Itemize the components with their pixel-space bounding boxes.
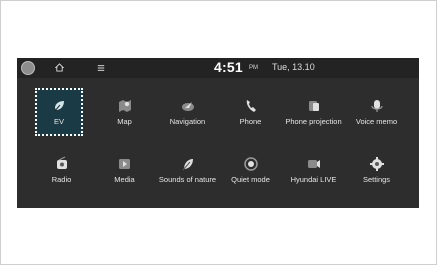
- app-label: Hyundai LIVE: [290, 175, 337, 184]
- app-tile-voice-memo[interactable]: Voice memo: [346, 88, 407, 144]
- clock-time: 4:51: [214, 59, 243, 75]
- app-label: EV: [53, 117, 64, 126]
- app-tile-radio[interactable]: Radio: [31, 146, 92, 198]
- app-tile-hyundai-live[interactable]: Hyundai LIVE: [283, 146, 344, 198]
- home-button[interactable]: [48, 58, 70, 78]
- status-bar: 4:51 PM Tue, 13.10: [17, 58, 419, 78]
- settings-icon: [369, 156, 385, 172]
- app-tile-ev[interactable]: EV: [35, 88, 83, 136]
- menu-button[interactable]: [90, 58, 112, 78]
- phone-projection-icon: [306, 98, 322, 114]
- app-label: Radio: [51, 175, 72, 184]
- app-label: Phone projection: [285, 117, 342, 126]
- app-label: Phone: [239, 117, 262, 126]
- app-label: Map: [117, 117, 132, 126]
- menu-icon: [97, 59, 105, 77]
- voice-memo-icon: [369, 98, 385, 114]
- map-icon: [117, 98, 133, 114]
- app-tile-navigation[interactable]: Navigation: [157, 88, 218, 144]
- hyundai-live-icon: [306, 156, 322, 172]
- app-tile-map[interactable]: Map: [94, 88, 155, 144]
- app-tile-phone[interactable]: Phone: [220, 88, 281, 144]
- clock-date: Tue, 13.10: [272, 62, 315, 72]
- app-label: Voice memo: [355, 117, 398, 126]
- infotainment-screen: 4:51 PM Tue, 13.10 EV Map Navigation Pho…: [17, 58, 419, 208]
- media-icon: [117, 156, 133, 172]
- app-label: Quiet mode: [231, 175, 270, 184]
- app-grid: EV Map Navigation Phone Phone projection…: [31, 88, 407, 198]
- app-label: Settings: [362, 175, 391, 184]
- home-icon: [54, 59, 64, 77]
- app-tile-media[interactable]: Media: [94, 146, 155, 198]
- app-tile-settings[interactable]: Settings: [346, 146, 407, 198]
- page-frame: 4:51 PM Tue, 13.10 EV Map Navigation Pho…: [0, 0, 437, 265]
- phone-icon: [243, 98, 259, 114]
- app-tile-phone-projection[interactable]: Phone projection: [283, 88, 344, 144]
- app-tile-quiet-mode[interactable]: Quiet mode: [220, 146, 281, 198]
- ev-icon: [51, 98, 67, 114]
- app-label: Navigation: [169, 117, 206, 126]
- navigation-icon: [180, 98, 196, 114]
- clock-ampm: PM: [249, 65, 258, 71]
- radio-icon: [54, 156, 70, 172]
- app-label: Media: [114, 175, 135, 184]
- sounds-of-nature-icon: [180, 156, 196, 172]
- app-label: Sounds of nature: [158, 175, 217, 184]
- profile-avatar[interactable]: [21, 61, 35, 75]
- app-tile-sounds-of-nature[interactable]: Sounds of nature: [157, 146, 218, 198]
- quiet-mode-icon: [243, 156, 259, 172]
